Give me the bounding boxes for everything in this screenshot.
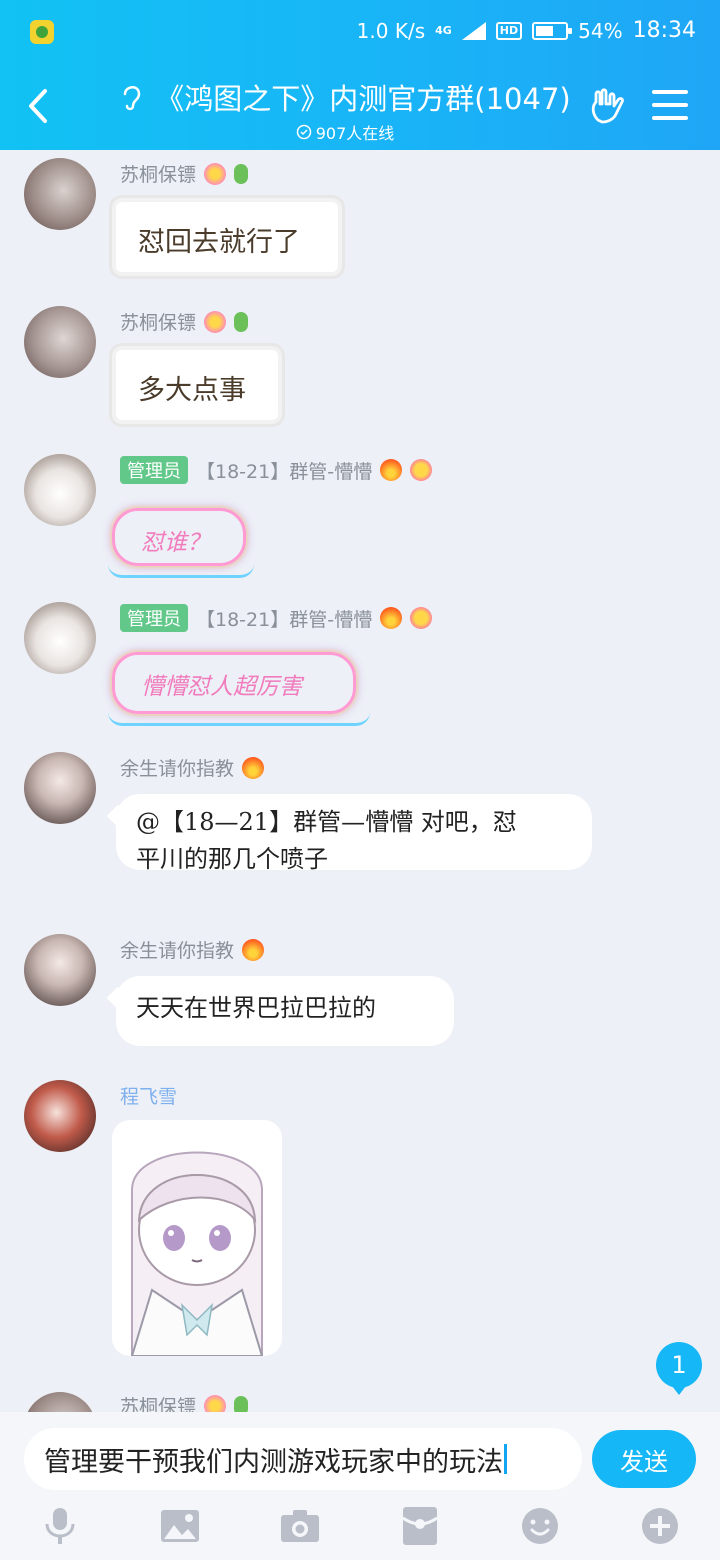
message-text: 多大点事: [138, 375, 246, 406]
group-title: 《鸿图之下》内测官方群(1047): [155, 82, 571, 116]
avatar[interactable]: [24, 1080, 96, 1152]
message-bubble[interactable]: 多大点事: [116, 350, 278, 420]
signal-icon: [461, 21, 486, 40]
back-button[interactable]: [20, 86, 56, 126]
avatar[interactable]: [24, 1392, 96, 1412]
message-text: 平川的那几个喷子: [136, 845, 328, 874]
avatar[interactable]: [24, 158, 96, 230]
sender-name[interactable]: 【18-21】群管-懵懵: [196, 605, 372, 632]
online-count: 907人在线: [315, 124, 395, 143]
battery-percent: 54%: [578, 18, 623, 43]
gourd-badge-icon: [234, 163, 249, 184]
menu-button[interactable]: [652, 90, 688, 122]
message-text: 懵懵怼人超厉害: [141, 674, 302, 700]
clock: 18:34: [632, 18, 696, 43]
group-title-area[interactable]: 《鸿图之下》内测官方群(1047) 907人在线: [115, 76, 575, 144]
message-text: 怼回去就行了: [138, 227, 300, 258]
microphone-icon[interactable]: [38, 1504, 82, 1548]
fire-badge-icon: [380, 607, 403, 629]
bubble-decoration: [108, 712, 370, 726]
message-text: 天天在世界巴拉巴拉的: [136, 994, 376, 1022]
anime-girl-sticker: [130, 1151, 264, 1356]
sender-name[interactable]: 余生请你指教: [120, 754, 234, 781]
online-check-icon: [296, 124, 311, 140]
red-packet-icon[interactable]: [398, 1504, 442, 1548]
image-icon[interactable]: [158, 1504, 202, 1548]
ear-icon: [124, 86, 141, 111]
chat-header: 1.0 K/s 4G HD 54% 18:34 《鸿图之下》内测官方群(1047…: [0, 0, 720, 150]
camera-icon[interactable]: [278, 1504, 322, 1548]
unread-count-badge[interactable]: 1: [656, 1342, 702, 1395]
status-bar: 1.0 K/s 4G HD 54% 18:34: [0, 0, 720, 62]
message-bubble[interactable]: 怼回去就行了: [116, 202, 338, 272]
bubble-decoration: [108, 564, 254, 578]
sender-name[interactable]: 苏桐保镖: [120, 308, 196, 335]
battery-icon: [532, 21, 573, 40]
hd-badge: HD: [495, 21, 523, 40]
flower-badge-icon: [204, 1394, 227, 1412]
input-area: 管理要干预我们内测游戏玩家中的玩法 发送: [0, 1412, 720, 1560]
message-bubble[interactable]: @【18—21】群管—懵懵 对吧，怼 平川的那几个喷子: [116, 794, 592, 873]
sender-name[interactable]: 【18-21】群管-懵懵: [196, 457, 372, 484]
sender-name[interactable]: 程飞雪: [120, 1082, 177, 1109]
admin-badge: 管理员: [120, 456, 188, 484]
avatar[interactable]: [24, 306, 96, 378]
smiley-badge-icon: [410, 459, 433, 481]
flower-badge-icon: [204, 162, 227, 185]
hand-gesture-icon[interactable]: [588, 86, 628, 126]
admin-badge: 管理员: [120, 604, 188, 632]
message-text: 怼谁？: [141, 530, 210, 556]
plus-icon[interactable]: [638, 1504, 682, 1548]
sender-name[interactable]: 余生请你指教: [120, 936, 234, 963]
message-list[interactable]: 苏桐保镖 怼回去就行了 苏桐保镖 多大点事 管理员 【18-21】群管-懵懵 怼…: [0, 150, 720, 1412]
fire-badge-icon: [242, 938, 265, 961]
menu-icon: [652, 90, 688, 94]
input-toolbar: [0, 1500, 720, 1560]
sticker-image[interactable]: [112, 1120, 282, 1356]
send-button[interactable]: 发送: [592, 1430, 696, 1488]
avatar[interactable]: [24, 934, 96, 1006]
avatar[interactable]: [24, 602, 96, 674]
app-notification-icon: [30, 20, 54, 44]
avatar[interactable]: [24, 752, 96, 824]
status-indicators: 1.0 K/s 4G HD 54% 18:34: [357, 18, 696, 43]
avatar[interactable]: [24, 454, 96, 526]
flower-badge-icon: [204, 310, 227, 333]
network-speed: 1.0 K/s: [356, 18, 426, 43]
chevron-left-icon: [29, 89, 47, 123]
message-bubble[interactable]: 天天在世界巴拉巴拉的: [116, 976, 454, 1046]
fire-badge-icon: [380, 459, 403, 481]
network-type: 4G: [435, 24, 452, 37]
text-caret: [504, 1444, 507, 1474]
gourd-badge-icon: [234, 311, 249, 332]
message-bubble[interactable]: 懵懵怼人超厉害: [112, 652, 356, 714]
sender-name[interactable]: 苏桐保镖: [120, 1392, 196, 1412]
sender-name[interactable]: 苏桐保镖: [120, 160, 196, 187]
fire-badge-icon: [242, 756, 265, 779]
smiley-badge-icon: [410, 607, 433, 629]
message-bubble[interactable]: 怼谁？: [112, 508, 246, 566]
gourd-badge-icon: [234, 1395, 249, 1412]
message-input[interactable]: 管理要干预我们内测游戏玩家中的玩法: [24, 1428, 582, 1490]
emoji-icon[interactable]: [518, 1504, 562, 1548]
message-input-text: 管理要干预我们内测游戏玩家中的玩法: [44, 1446, 503, 1478]
message-text: @【18—21】群管—懵懵 对吧，怼: [136, 808, 517, 836]
